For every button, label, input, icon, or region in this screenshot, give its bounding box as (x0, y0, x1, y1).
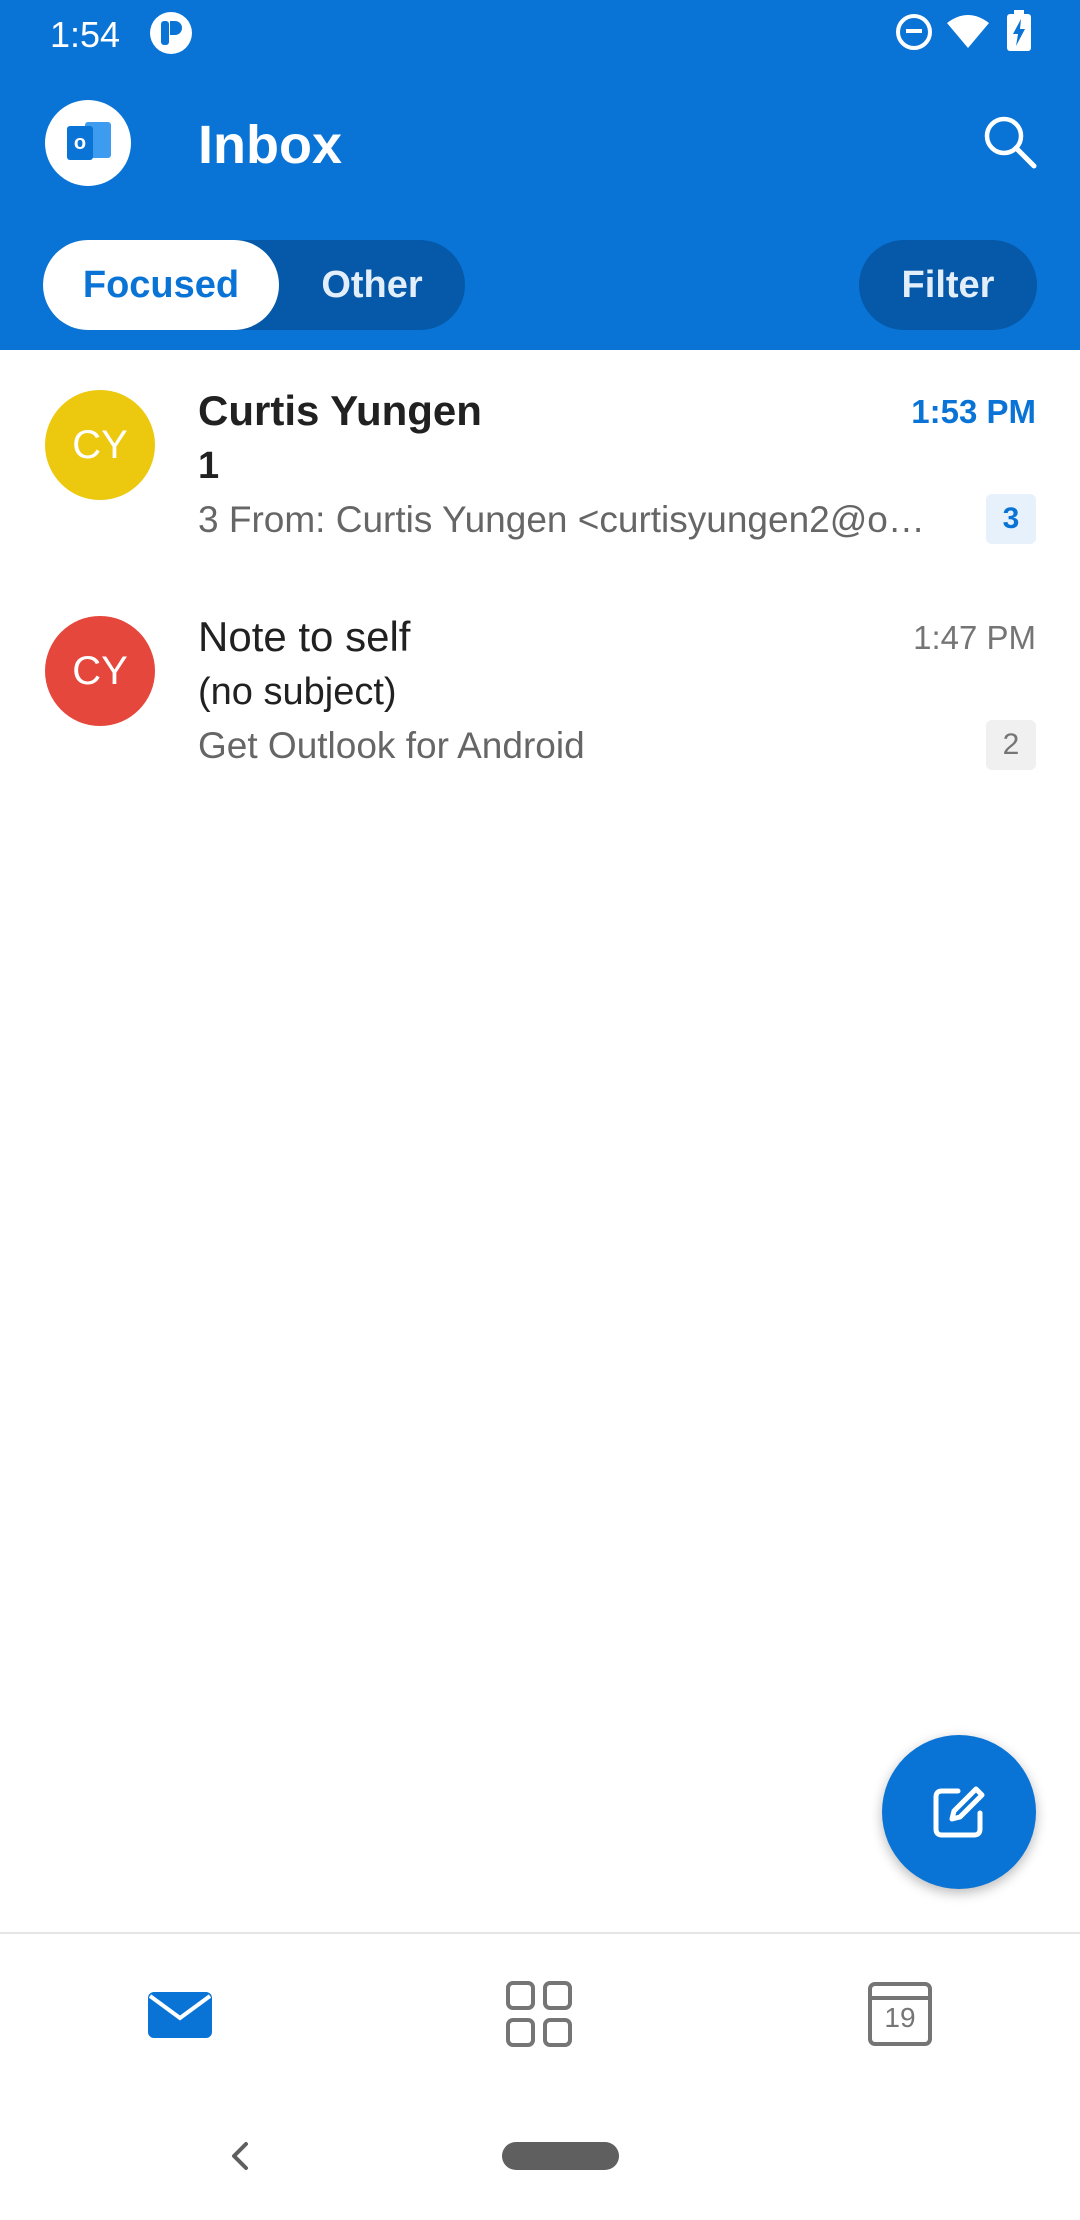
tab-focused[interactable]: Focused (43, 240, 279, 330)
avatar: CY (45, 616, 155, 726)
apps-grid-icon[interactable] (503, 1978, 575, 2050)
email-time: 1:53 PM (911, 393, 1036, 430)
bottom-navigation: 19 (0, 1932, 1080, 2092)
battery-charging-icon (1007, 10, 1031, 51)
mail-icon[interactable] (144, 1978, 216, 2050)
email-list-item[interactable]: CY Curtis Yungen 1:53 PM 1 3 From: Curti… (0, 350, 1080, 576)
search-icon[interactable] (980, 112, 1040, 172)
email-preview: 3 From: Curtis Yungen <curtisyungen2@out… (198, 499, 943, 540)
status-bar: 1:54 (0, 0, 1080, 66)
notification-app-icon (150, 12, 192, 54)
compose-button[interactable] (882, 1735, 1036, 1889)
email-time: 1:47 PM (913, 619, 1036, 656)
system-navigation-bar (0, 2092, 1080, 2220)
status-time: 1:54 (50, 14, 121, 55)
calendar-day: 19 (884, 2002, 916, 2033)
back-icon[interactable] (224, 2136, 254, 2176)
email-subject: (no subject) (198, 671, 397, 713)
do-not-disturb-icon (896, 14, 932, 50)
filter-button[interactable]: Filter (859, 240, 1037, 330)
email-sender: Curtis Yungen (198, 387, 482, 434)
email-preview: Get Outlook for Android (198, 725, 585, 766)
calendar-icon[interactable]: 19 (864, 1978, 936, 2050)
home-button[interactable] (502, 2142, 619, 2170)
email-list-item[interactable]: CY Note to self 1:47 PM (no subject) Get… (0, 576, 1080, 802)
email-subject: 1 (198, 445, 220, 487)
app-header: 1:54 o Inbox Focused Other Filter (0, 0, 1080, 350)
compose-icon (933, 1786, 985, 1838)
avatar: CY (45, 390, 155, 500)
wifi-icon (947, 15, 989, 48)
email-sender: Note to self (198, 613, 411, 660)
page-title: Inbox (198, 115, 342, 175)
tab-other[interactable]: Other (279, 240, 465, 330)
thread-count-badge: 3 (986, 494, 1036, 544)
thread-count-badge: 2 (986, 720, 1036, 770)
inbox-tabs: Focused Other (43, 240, 465, 330)
outlook-logo-icon[interactable]: o (45, 100, 131, 186)
